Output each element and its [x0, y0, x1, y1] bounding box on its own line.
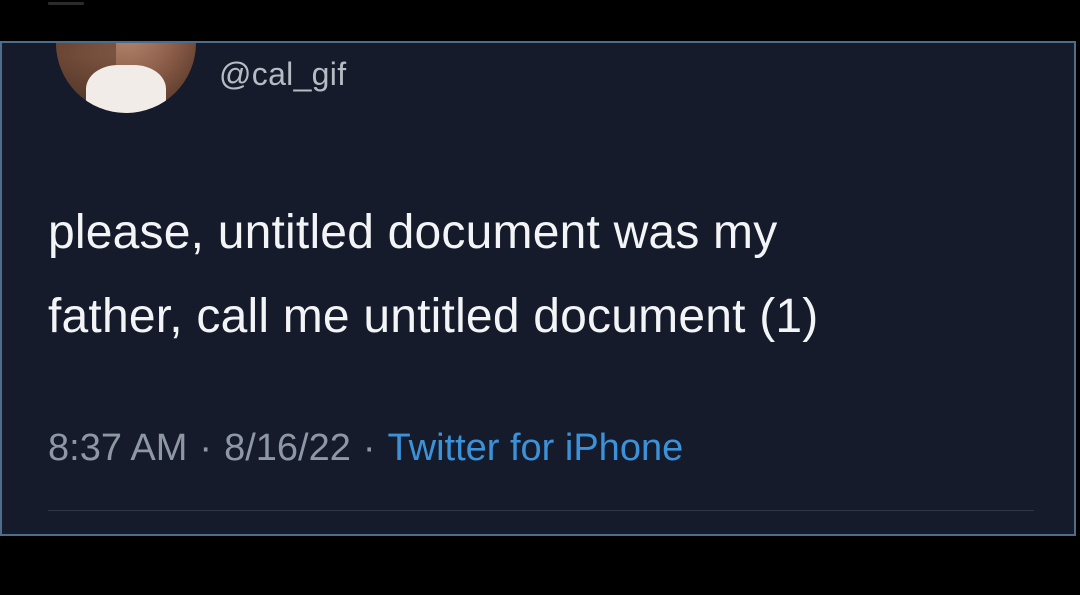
- separator-dot: ·: [199, 427, 213, 469]
- tweet-text: please, untitled document was my father,…: [48, 191, 1048, 359]
- divider: [48, 510, 1034, 511]
- tweet-card: @cal_gif please, untitled document was m…: [0, 41, 1076, 536]
- tweet-time[interactable]: 8:37 AM: [48, 427, 187, 469]
- tweet-metadata: 8:37 AM · 8/16/22 · Twitter for iPhone: [48, 427, 683, 470]
- separator-dot: ·: [362, 427, 376, 469]
- tweet-date[interactable]: 8/16/22: [224, 427, 351, 469]
- user-handle[interactable]: @cal_gif: [219, 56, 346, 93]
- tweet-source-link[interactable]: Twitter for iPhone: [388, 427, 684, 469]
- tweet-text-line: please, untitled document was my: [48, 206, 778, 259]
- tweet-text-line: father, call me untitled document (1): [48, 290, 819, 343]
- top-watermark-mark: [48, 2, 84, 5]
- avatar[interactable]: [56, 43, 196, 113]
- avatar-shirt-shape: [86, 65, 166, 113]
- screenshot-frame: @cal_gif please, untitled document was m…: [0, 0, 1080, 595]
